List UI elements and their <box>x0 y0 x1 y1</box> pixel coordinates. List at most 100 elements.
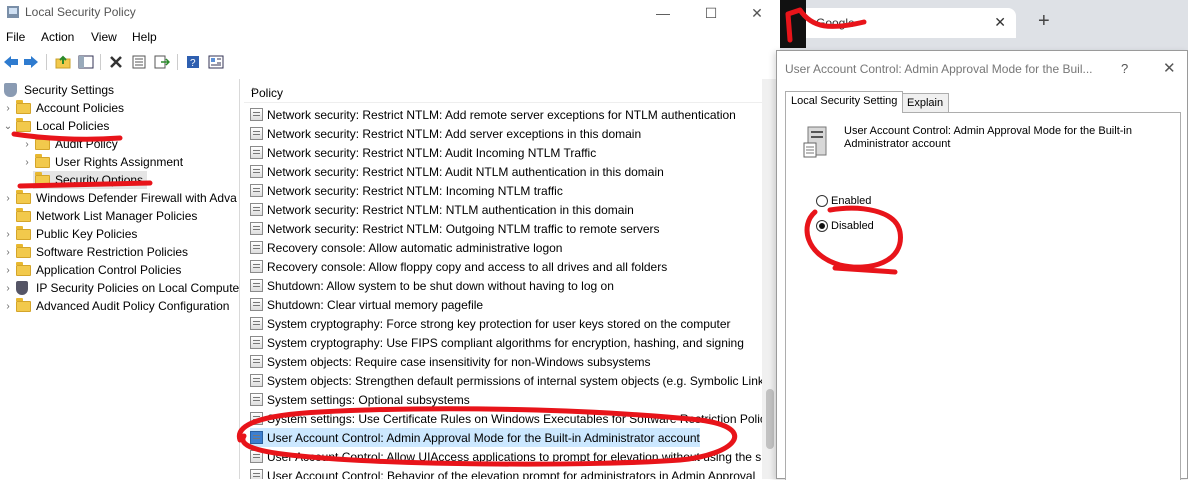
browser-tab-close-icon[interactable]: ✕ <box>994 14 1006 31</box>
tree-item-public-key-policies[interactable]: › Public Key Policies <box>2 225 137 243</box>
policy-icon <box>250 222 263 235</box>
properties-icon[interactable] <box>130 53 148 71</box>
policy-label: System settings: Optional subsystems <box>267 392 470 407</box>
policy-column-header[interactable]: Policy ^ <box>244 79 764 103</box>
policy-row[interactable]: System objects: Require case insensitivi… <box>250 352 650 371</box>
menu-help[interactable]: Help <box>132 30 157 44</box>
policy-label: Network security: Restrict NTLM: Audit I… <box>267 145 597 160</box>
folder-icon <box>16 100 32 115</box>
policy-label: System objects: Require case insensitivi… <box>267 354 651 369</box>
toolbar: ? <box>0 50 780 74</box>
policy-row[interactable]: System objects: Strengthen default permi… <box>250 371 770 390</box>
tree-item-advanced-audit[interactable]: › Advanced Audit Policy Configuration <box>2 297 229 315</box>
policy-label: User Account Control: Admin Approval Mod… <box>267 430 700 445</box>
policy-row[interactable]: User Account Control: Behavior of the el… <box>250 466 755 479</box>
policy-row[interactable]: System cryptography: Force strong key pr… <box>250 314 731 333</box>
chevron-right-icon[interactable]: › <box>2 283 14 294</box>
tree-item-label: Audit Policy <box>55 137 118 151</box>
folder-icon <box>35 136 51 151</box>
show-hide-tree-icon[interactable] <box>77 53 95 71</box>
tree-item-label: Network List Manager Policies <box>36 209 198 223</box>
policy-icon <box>250 184 263 197</box>
tree-item-label: User Rights Assignment <box>55 155 184 169</box>
taskbar-edge <box>780 0 806 48</box>
delete-icon[interactable] <box>107 53 125 71</box>
forward-icon[interactable] <box>22 53 40 71</box>
policy-row[interactable]: Network security: Restrict NTLM: Audit N… <box>250 162 664 181</box>
tree-item-network-list-manager[interactable]: Network List Manager Policies <box>2 207 197 225</box>
chevron-right-icon[interactable]: › <box>2 247 14 258</box>
new-tab-button[interactable]: + <box>1038 10 1050 33</box>
policy-row[interactable]: System settings: Use Certificate Rules o… <box>250 409 775 428</box>
chevron-right-icon[interactable]: › <box>2 103 14 114</box>
policy-row[interactable]: Network security: Restrict NTLM: Add rem… <box>250 105 736 124</box>
enabled-label: Enabled <box>831 195 872 207</box>
tab-explain[interactable]: Explain <box>901 93 950 113</box>
policy-row[interactable]: Recovery console: Allow floppy copy and … <box>250 257 667 276</box>
toolbar-separator <box>46 54 47 70</box>
enabled-radio-option[interactable]: Enabled <box>816 195 871 207</box>
details-icon[interactable] <box>207 53 225 71</box>
disabled-radio-option[interactable]: Disabled <box>816 220 874 232</box>
enabled-radio[interactable] <box>816 195 828 207</box>
minimize-button[interactable]: — <box>640 2 686 24</box>
policy-label: Shutdown: Allow system to be shut down w… <box>267 278 614 293</box>
scrollbar-thumb[interactable] <box>766 389 774 449</box>
policy-icon <box>250 317 263 330</box>
browser-tab[interactable]: Google ✕ <box>786 8 1016 38</box>
chevron-right-icon[interactable]: › <box>2 229 14 240</box>
policy-row[interactable]: Recovery console: Allow automatic admini… <box>250 238 562 257</box>
tree-item-audit-policy[interactable]: › Audit Policy <box>21 135 118 153</box>
tree-item-user-rights-assignment[interactable]: › User Rights Assignment <box>21 153 183 171</box>
dialog-close-button[interactable]: ✕ <box>1163 59 1176 77</box>
chevron-right-icon[interactable]: › <box>2 301 14 312</box>
policy-icon <box>250 298 263 311</box>
tree-item-security-settings[interactable]: Security Settings <box>2 81 114 99</box>
policy-label: System cryptography: Force strong key pr… <box>267 316 731 331</box>
tree-item-windows-defender-firewall[interactable]: › Windows Defender Firewall with Adva <box>2 189 237 207</box>
tree-item-application-control[interactable]: › Application Control Policies <box>2 261 181 279</box>
export-icon[interactable] <box>153 53 171 71</box>
policy-row[interactable]: System settings: Optional subsystems <box>250 390 470 409</box>
tab-local-security-setting[interactable]: Local Security Setting <box>785 91 904 113</box>
policy-row[interactable]: Network security: Restrict NTLM: Outgoin… <box>250 219 660 238</box>
back-icon[interactable] <box>2 53 20 71</box>
policy-icon <box>250 374 263 387</box>
chevron-down-icon[interactable]: ⌄ <box>2 121 14 132</box>
tree-item-ip-security[interactable]: › IP Security Policies on Local Compute <box>2 279 239 297</box>
policy-row[interactable]: User Account Control: Allow UIAccess app… <box>250 447 761 466</box>
chevron-right-icon[interactable]: › <box>2 265 14 276</box>
dialog-tabs: Local Security Setting Explain <box>785 91 1181 113</box>
tree-item-security-options[interactable]: Security Options <box>33 171 148 189</box>
chevron-right-icon[interactable]: › <box>21 139 33 150</box>
window-title: Local Security Policy <box>25 5 136 19</box>
tree-item-local-policies[interactable]: ⌄ Local Policies <box>2 117 109 135</box>
policy-icon <box>250 412 263 425</box>
policy-icon <box>250 203 263 216</box>
policy-row[interactable]: Network security: Restrict NTLM: NTLM au… <box>250 200 634 219</box>
menu-view[interactable]: View <box>91 30 117 44</box>
tree-item-label: Account Policies <box>36 101 125 115</box>
maximize-button[interactable]: ☐ <box>688 2 734 24</box>
browser-tab-title: Google <box>816 16 855 30</box>
tree-item-label: Public Key Policies <box>36 227 138 241</box>
up-folder-icon[interactable] <box>54 53 72 71</box>
close-button[interactable]: ✕ <box>734 2 780 24</box>
menu-action[interactable]: Action <box>41 30 74 44</box>
menu-file[interactable]: File <box>6 30 25 44</box>
policy-row[interactable]: Network security: Restrict NTLM: Audit I… <box>250 143 596 162</box>
help-icon[interactable]: ? <box>184 53 202 71</box>
disabled-radio[interactable] <box>816 220 828 232</box>
chevron-right-icon[interactable]: › <box>21 157 33 168</box>
tree-item-account-policies[interactable]: › Account Policies <box>2 99 124 117</box>
policy-row[interactable]: Shutdown: Allow system to be shut down w… <box>250 276 614 295</box>
policy-row[interactable]: System cryptography: Use FIPS compliant … <box>250 333 744 352</box>
policy-row[interactable]: Network security: Restrict NTLM: Incomin… <box>250 181 563 200</box>
tree-item-software-restriction[interactable]: › Software Restriction Policies <box>2 243 188 261</box>
policy-row[interactable]: User Account Control: Admin Approval Mod… <box>250 428 700 447</box>
policy-row[interactable]: Network security: Restrict NTLM: Add ser… <box>250 124 641 143</box>
chevron-right-icon[interactable]: › <box>2 193 14 204</box>
dialog-help-button[interactable]: ? <box>1121 61 1128 76</box>
policy-row[interactable]: Shutdown: Clear virtual memory pagefile <box>250 295 483 314</box>
app-icon <box>7 6 19 18</box>
